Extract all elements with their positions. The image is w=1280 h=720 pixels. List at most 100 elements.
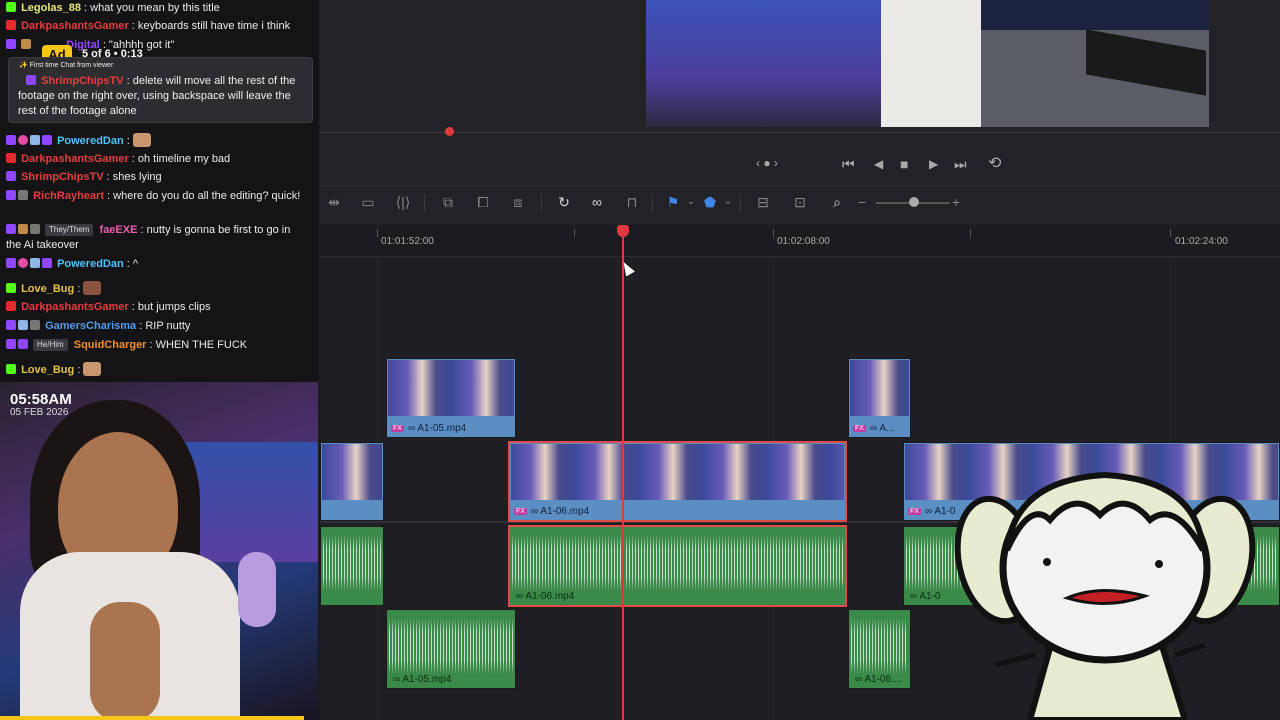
clip-name: A1-05.mp4 — [417, 423, 467, 434]
toolbar-divider — [652, 194, 653, 212]
webcam-feed: 05:58AM 05 FEB 2026 — [0, 382, 318, 720]
character-eye-right — [1155, 560, 1163, 568]
chat-username[interactable]: GamersCharisma — [45, 320, 136, 332]
link-icon: ∞ — [516, 591, 526, 602]
chat-text: : — [126, 135, 130, 147]
twitch-badge-icon — [6, 339, 16, 349]
marker-dropdown-chevron-icon[interactable]: ⌄ — [717, 192, 739, 212]
chat-text: : WHEN THE FUCK — [149, 339, 248, 351]
audio-waveform — [512, 535, 843, 591]
character-arm-left — [994, 652, 1036, 668]
video-clip-v2[interactable]: FX ∞ A... — [848, 358, 911, 438]
link-icon: ∞ — [855, 674, 865, 685]
kick-badge-icon — [6, 2, 16, 12]
chat-username[interactable]: DarkpashantsGamer — [21, 153, 129, 165]
chat-username[interactable]: PoweredDan — [57, 258, 124, 270]
chat-username[interactable]: ShrimpChipsTV — [21, 171, 104, 183]
toolbar-divider — [424, 194, 425, 212]
toolbar-divider — [541, 194, 542, 212]
go-to-start-icon[interactable]: ⏮ — [842, 156, 855, 173]
youtube-badge-icon — [6, 301, 16, 311]
video-clip-v1[interactable] — [320, 442, 384, 521]
stop-icon[interactable]: ■ — [900, 156, 908, 172]
clip-nav-icon[interactable]: ‹ ● › — [756, 156, 778, 170]
dev-badge-icon — [30, 320, 40, 330]
slip-icon[interactable]: ⟨|⟩ — [392, 192, 414, 212]
clip-thumbnails — [850, 360, 909, 416]
audio-clip-a1[interactable] — [320, 526, 384, 606]
screen: Legolas_88 : what you mean by this title… — [0, 0, 1280, 720]
insert-icon[interactable]: ⧠ — [472, 192, 494, 212]
twitch-badge-icon — [26, 75, 36, 85]
first-chat-label: ✨ First time Chat from viewer — [19, 62, 114, 69]
shield-badge-icon — [18, 320, 28, 330]
chat-username[interactable]: ShrimpChipsTV — [41, 75, 124, 87]
heart-badge-icon — [18, 135, 28, 145]
link-icon: ∞ — [393, 674, 403, 685]
kick-badge-icon — [6, 364, 16, 374]
chat-username[interactable]: Legolas_88 — [21, 2, 81, 14]
chat-text: : what you mean by this title — [84, 2, 220, 14]
webcam-progress-bar — [0, 716, 304, 720]
snap-icon[interactable]: ↻ — [553, 192, 575, 212]
clip-name: A1-06.... — [864, 674, 903, 685]
youtube-badge-icon — [6, 20, 16, 30]
chat-text: : shes lying — [106, 171, 162, 183]
sub-badge-icon — [18, 339, 28, 349]
zoom-in-icon[interactable]: + — [945, 192, 967, 212]
chat-message: PoweredDan : ^ — [6, 257, 308, 272]
timeline-playhead[interactable] — [622, 232, 624, 720]
twitch-badge-icon — [6, 258, 16, 268]
go-to-end-icon[interactable]: ⏭ — [954, 156, 967, 173]
zoom-custom-icon[interactable]: ⌕ — [826, 192, 848, 212]
chat-text: : ^ — [126, 258, 139, 270]
kick-badge-icon — [6, 283, 16, 293]
loop-icon[interactable]: ⟲ — [988, 153, 1001, 173]
blade-icon[interactable]: ▭ — [357, 192, 379, 212]
chat-message: Love_Bug : — [6, 281, 308, 297]
zoom-slider-handle[interactable] — [909, 197, 919, 207]
link-icon: ∞ — [407, 423, 418, 434]
chat-username[interactable]: faeEXE — [100, 224, 138, 236]
video-clip-v1-selected[interactable]: FX ∞ A1-06.mp4 — [509, 442, 846, 521]
viewer-scrubber[interactable] — [320, 132, 1280, 133]
viewer-playhead-marker[interactable] — [445, 127, 454, 136]
ruler-tick — [1170, 229, 1171, 237]
chat-message: They/Them faeEXE : nutty is gonna be fir… — [6, 223, 308, 253]
play-icon[interactable]: ▶ — [929, 157, 938, 171]
video-clip-v2[interactable]: FX ∞ A1-05.mp4 — [386, 358, 516, 438]
playhead-handle[interactable] — [617, 225, 629, 237]
play-reverse-icon[interactable]: ◀ — [874, 157, 883, 171]
replace-icon[interactable]: ⧈ — [507, 192, 529, 212]
clip-label: FX ∞ A1-06.mp4 — [514, 506, 589, 517]
pronoun-tag: He/Him — [33, 339, 68, 351]
chat-message: Legolas_88 : what you mean by this title — [6, 1, 308, 16]
lock-icon[interactable]: ⊓ — [621, 192, 643, 212]
chat-username[interactable]: DarkpashantsGamer — [21, 20, 129, 32]
chat-username[interactable]: PoweredDan — [57, 135, 124, 147]
chat-username[interactable]: Love_Bug — [21, 283, 74, 295]
link-icon: ∞ — [869, 423, 880, 434]
chat-username[interactable]: SquidCharger — [74, 339, 147, 351]
chat-username[interactable]: RichRayheart — [33, 190, 104, 202]
audio-clip-a2[interactable]: ∞ A1-05.mp4 — [386, 609, 516, 689]
clip-thumbnails — [511, 444, 844, 500]
chat-username[interactable]: DarkpashantsGamer — [21, 301, 129, 313]
toolbar-divider — [740, 194, 741, 212]
zoom-detail-icon[interactable]: ⊡ — [789, 192, 811, 212]
webcam-date: 05 FEB 2026 — [10, 407, 69, 418]
audio-clip-a1-selected[interactable]: ∞ A1-06.mp4 — [509, 526, 846, 606]
fx-badge: FX — [908, 508, 921, 515]
trim-icon[interactable]: ⇹ — [323, 192, 345, 212]
audio-clip-a2[interactable]: ∞ A1-06.... — [848, 609, 911, 689]
clip-label: ∞ A1-06.... — [855, 674, 902, 685]
fx-badge: FX — [514, 508, 527, 515]
chat-message: He/Him SquidCharger : WHEN THE FUCK — [6, 338, 308, 353]
ruler-tick — [773, 229, 774, 237]
zoom-full-icon[interactable]: ⊟ — [752, 192, 774, 212]
zoom-out-icon[interactable]: − — [851, 192, 873, 212]
overwrite-icon[interactable]: ⧉ — [437, 192, 459, 212]
first-chat-message: ShrimpChipsTV : delete will move all the… — [18, 74, 308, 119]
link-icon[interactable]: ∞ — [586, 192, 608, 212]
chat-username[interactable]: Love_Bug — [21, 364, 74, 376]
